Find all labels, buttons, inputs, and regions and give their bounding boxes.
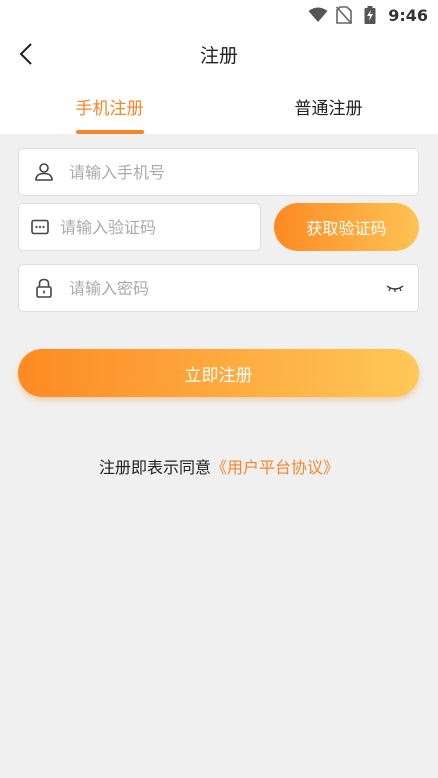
phone-field (18, 148, 419, 196)
top-panel: 9:46 注册 手机注册 普通注册 (0, 0, 438, 134)
status-bar: 9:46 (0, 0, 438, 30)
password-input[interactable] (69, 265, 372, 311)
status-time: 9:46 (388, 5, 428, 25)
tab-phone-register[interactable]: 手机注册 (0, 86, 219, 134)
register-button[interactable]: 立即注册 (18, 349, 419, 397)
agreement-text: 注册即表示同意《用户平台协议》 (0, 454, 438, 478)
no-sim-icon (334, 5, 354, 25)
battery-charging-icon (360, 5, 380, 25)
wifi-icon (308, 5, 328, 25)
app-bar: 注册 (0, 30, 438, 78)
get-code-button[interactable]: 获取验证码 (274, 203, 419, 251)
tab-normal-register[interactable]: 普通注册 (219, 86, 438, 134)
agreement-link[interactable]: 《用户平台协议》 (211, 458, 339, 477)
lock-icon (19, 278, 69, 298)
message-dots-icon (19, 219, 60, 235)
password-field (18, 264, 419, 312)
back-button[interactable] (10, 38, 42, 70)
phone-input[interactable] (69, 149, 418, 195)
code-input[interactable] (60, 204, 260, 250)
agreement-prefix: 注册即表示同意 (98, 458, 211, 477)
user-icon (19, 162, 69, 182)
eye-closed-icon[interactable] (372, 283, 418, 293)
page-title: 注册 (199, 44, 238, 67)
register-tabs: 手机注册 普通注册 (0, 86, 438, 134)
chevron-left-icon (19, 43, 32, 65)
code-field (18, 203, 261, 251)
